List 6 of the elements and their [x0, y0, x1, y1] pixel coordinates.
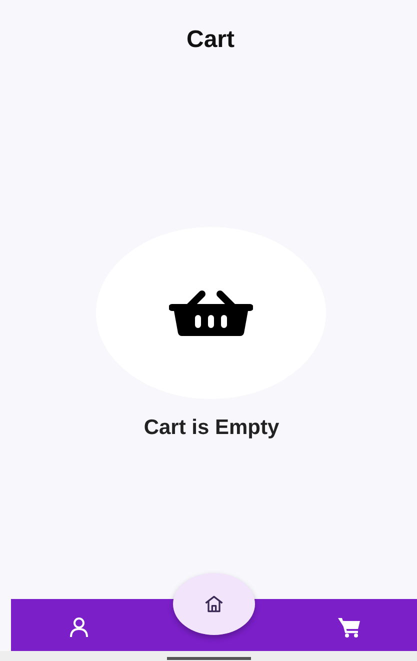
basket-icon	[168, 289, 252, 337]
home-button[interactable]	[172, 573, 255, 635]
empty-message: Cart is Empty	[144, 416, 280, 440]
page-title: Cart	[185, 26, 234, 54]
cart-icon[interactable]	[337, 615, 362, 639]
home-icon	[202, 593, 225, 615]
